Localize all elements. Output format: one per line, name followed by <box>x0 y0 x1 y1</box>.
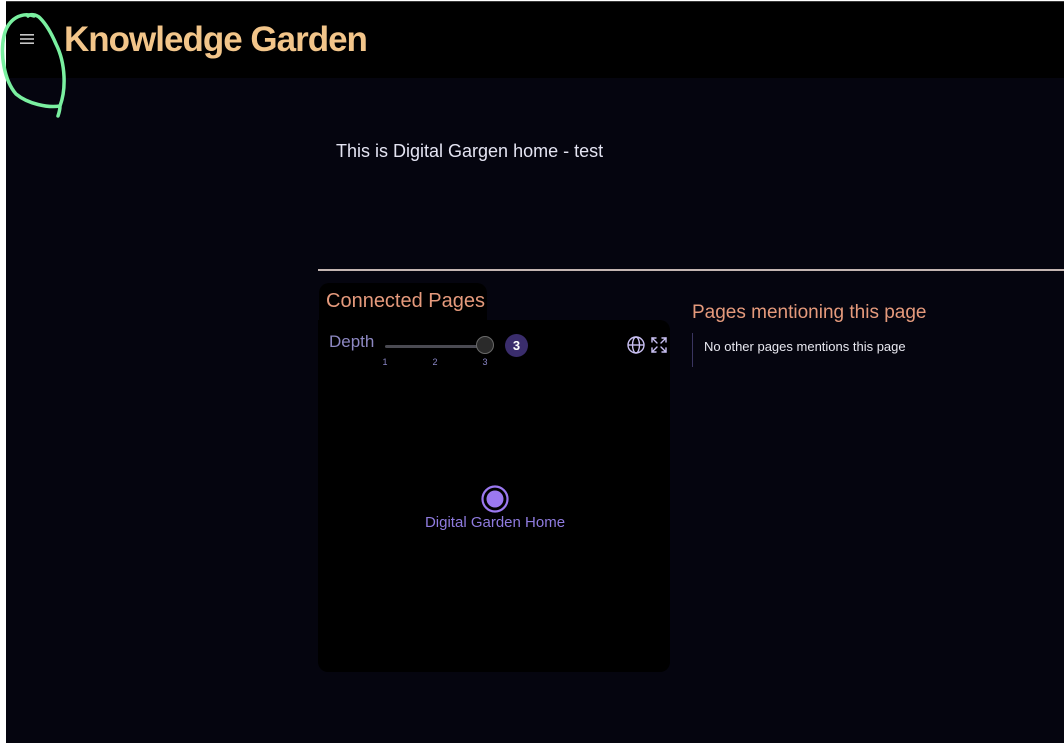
graph-node-label[interactable]: Digital Garden Home <box>380 514 610 531</box>
depth-slider[interactable] <box>385 336 494 354</box>
graph-panel: Depth 1 2 3 3 Digital Garden Home <box>318 320 670 672</box>
mentions-border <box>692 333 693 367</box>
expand-icon[interactable] <box>650 336 668 354</box>
mentions-empty-text: No other pages mentions this page <box>704 339 906 354</box>
globe-icon[interactable] <box>626 335 646 355</box>
depth-tick-label: 3 <box>482 357 488 367</box>
depth-tick-label: 2 <box>432 357 438 367</box>
depth-value-badge: 3 <box>505 334 528 357</box>
connected-pages-title: Connected Pages <box>326 290 486 312</box>
section-divider <box>318 269 1064 271</box>
depth-tick-label: 1 <box>382 357 388 367</box>
mentions-title: Pages mentioning this page <box>692 302 927 323</box>
intro-text: This is Digital Gargen home - test <box>336 141 604 161</box>
app-window: Knowledge Garden This is Digital Gargen … <box>0 1 1064 743</box>
hamburger-menu-icon[interactable] <box>19 32 35 46</box>
depth-slider-thumb[interactable] <box>476 336 494 354</box>
graph-node-current[interactable] <box>481 485 509 513</box>
site-title[interactable]: Knowledge Garden <box>64 20 368 60</box>
top-bar: Knowledge Garden <box>6 2 1064 78</box>
depth-label: Depth <box>329 332 375 351</box>
